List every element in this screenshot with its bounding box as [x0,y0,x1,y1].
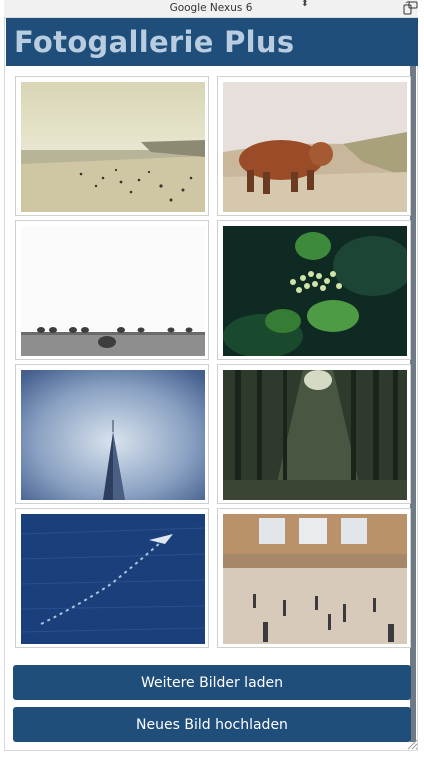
resize-handle-icon[interactable] [404,736,418,750]
photo-tile-ocean[interactable] [15,508,209,648]
photo-ocean [21,514,205,644]
photo-forest [223,370,407,500]
photo-green-plant [223,226,407,356]
upload-image-button[interactable]: Neues Bild hochladen [13,707,411,742]
photo-highland-cow [223,82,407,212]
photo-station-hall [223,514,407,644]
photo-tile-highland-cow[interactable] [217,76,411,216]
photo-tile-skyscraper[interactable] [15,364,209,504]
photo-tile-forest[interactable] [217,364,411,504]
photo-hay-bales [21,226,205,356]
device-select-arrows-icon[interactable]: ⬍ [301,0,309,9]
app-header: Fotogallerie Plus [6,18,418,66]
photo-tile-green-plant[interactable] [217,220,411,360]
rotate-device-icon[interactable] [402,1,418,15]
photo-tile-beach[interactable] [15,76,209,216]
photo-skyscraper [21,370,205,500]
device-name[interactable]: Google Nexus 6 [4,2,418,14]
photo-beach [21,82,205,212]
photo-tile-hay-bales[interactable] [15,220,209,360]
device-toolbar: Google Nexus 6 ⬍ [4,0,418,18]
load-more-button[interactable]: Weitere Bilder laden [13,665,411,700]
app-title: Fotogallerie Plus [14,25,295,59]
photo-tile-station-hall[interactable] [217,508,411,648]
